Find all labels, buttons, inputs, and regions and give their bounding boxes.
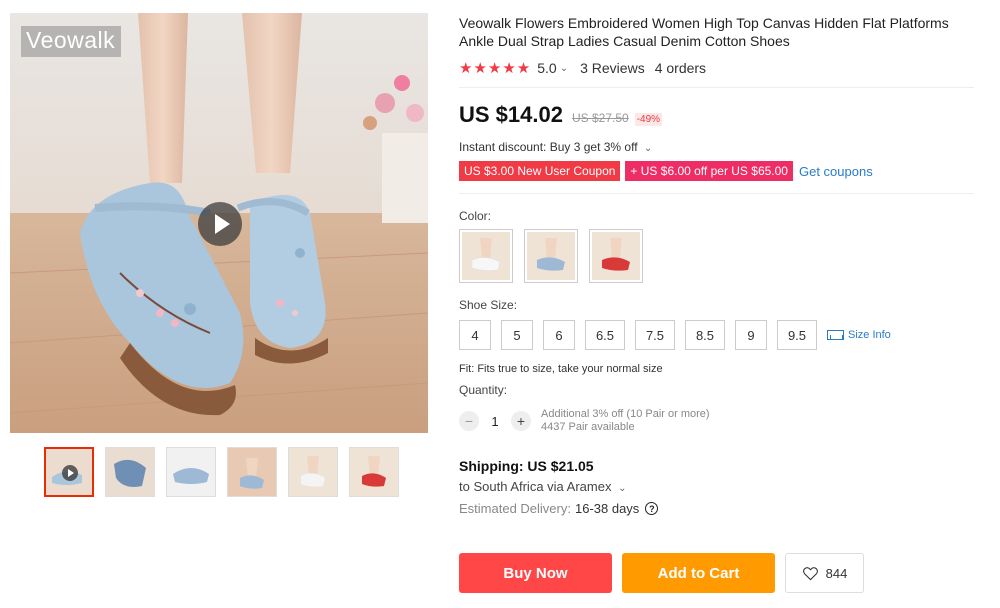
store-coupon[interactable]: + US $6.00 off per US $65.00 <box>625 161 793 181</box>
size-label: Shoe Size: <box>459 298 518 312</box>
rating-value[interactable]: 5.0 <box>537 60 556 76</box>
bulk-discount-note: Additional 3% off (10 Pair or more) <box>541 408 710 420</box>
size-option[interactable]: 6 <box>543 320 575 350</box>
thumbnail-video[interactable] <box>44 447 94 497</box>
video-play-button[interactable] <box>198 202 242 246</box>
estimated-delivery-days: 16-38 days <box>574 501 640 516</box>
size-option[interactable]: 8.5 <box>685 320 725 350</box>
buy-now-button[interactable]: Buy Now <box>459 553 612 593</box>
original-price: US $27.50 <box>571 111 629 125</box>
add-to-cart-button[interactable]: Add to Cart <box>622 553 775 593</box>
main-product-image[interactable]: Veowalk <box>10 13 428 433</box>
estimated-delivery-label: Estimated Delivery: <box>459 501 571 516</box>
new-user-coupon[interactable]: US $3.00 New User Coupon <box>459 161 621 181</box>
chevron-down-icon: ⌄ <box>643 143 653 154</box>
quantity-note: Additional 3% off (10 Pair or more) 4437… <box>541 408 710 434</box>
estimated-delivery: Estimated Delivery: 16-38 days ? <box>459 501 974 516</box>
quantity-label: Quantity: <box>459 383 508 397</box>
size-option[interactable]: 4 <box>459 320 491 350</box>
help-icon[interactable]: ? <box>645 502 659 515</box>
size-option[interactable]: 6.5 <box>585 320 625 350</box>
get-coupons-link[interactable]: Get coupons <box>799 164 873 179</box>
shipping-destination[interactable]: to South Africa via Aramex ⌄ <box>459 479 974 494</box>
quantity-input[interactable]: 1 <box>479 414 511 429</box>
color-option-blue[interactable] <box>524 229 578 283</box>
coupon-row: US $3.00 New User Coupon + US $6.00 off … <box>459 161 974 181</box>
chevron-down-icon[interactable]: ⌄ <box>560 63 568 74</box>
ruler-icon <box>827 330 844 340</box>
size-option[interactable]: 9 <box>735 320 767 350</box>
product-title: Veowalk Flowers Embroidered Women High T… <box>459 15 949 49</box>
reviews-link[interactable]: 3 Reviews <box>580 60 645 76</box>
thumbnail-4[interactable] <box>227 447 277 497</box>
rating-stars-icon: ★★★★★ <box>459 60 532 77</box>
quantity-decrease-button[interactable]: − <box>459 411 479 431</box>
size-info-link[interactable]: Size Info <box>827 329 891 341</box>
size-option[interactable]: 5 <box>501 320 533 350</box>
thumbnail-strip <box>44 447 399 497</box>
shipping-destination-text: to South Africa via Aramex <box>459 479 612 494</box>
color-options <box>459 229 974 283</box>
instant-discount[interactable]: Instant discount: Buy 3 get 3% off ⌄ <box>459 140 974 154</box>
size-options: 4 5 6 6.5 7.5 8.5 9 9.5 Size Info <box>459 320 974 350</box>
product-info: Veowalk Flowers Embroidered Women High T… <box>459 14 974 516</box>
size-option[interactable]: 7.5 <box>635 320 675 350</box>
quantity-increase-button[interactable]: + <box>511 411 531 431</box>
thumbnail-5[interactable] <box>288 447 338 497</box>
product-gallery: Veowalk <box>10 13 428 497</box>
fit-note: Fit: Fits true to size, take your normal… <box>459 363 663 375</box>
color-option-white[interactable] <box>459 229 513 283</box>
divider <box>459 193 974 194</box>
color-label: Color: <box>459 209 492 223</box>
divider <box>459 87 974 88</box>
brand-watermark: Veowalk <box>21 26 122 57</box>
thumbnail-2[interactable] <box>105 447 155 497</box>
discount-badge: -49% <box>634 113 663 126</box>
orders-count: 4 orders <box>654 60 707 76</box>
wishlist-button[interactable]: 844 <box>785 553 864 593</box>
thumbnail-3[interactable] <box>166 447 216 497</box>
color-option-red[interactable] <box>589 229 643 283</box>
chevron-down-icon: ⌄ <box>618 483 627 494</box>
price-row: US $14.02 US $27.50 -49% <box>459 102 974 130</box>
quantity-stepper: − 1 + Additional 3% off (10 Pair or more… <box>459 408 974 434</box>
thumbnail-6[interactable] <box>349 447 399 497</box>
shipping-cost: Shipping: US $21.05 <box>459 458 594 474</box>
wishlist-count: 844 <box>825 565 848 581</box>
action-buttons: Buy Now Add to Cart 844 <box>459 553 864 593</box>
heart-icon <box>802 566 818 580</box>
size-option[interactable]: 9.5 <box>777 320 817 350</box>
mini-play-icon <box>62 465 78 481</box>
stock-available: 4437 Pair available <box>541 421 635 433</box>
instant-discount-text: Instant discount: Buy 3 get 3% off <box>459 140 638 154</box>
current-price: US $14.02 <box>459 102 563 127</box>
size-info-label: Size Info <box>848 329 891 341</box>
rating-row: ★★★★★ 5.0 ⌄ 3 Reviews 4 orders <box>459 59 974 77</box>
